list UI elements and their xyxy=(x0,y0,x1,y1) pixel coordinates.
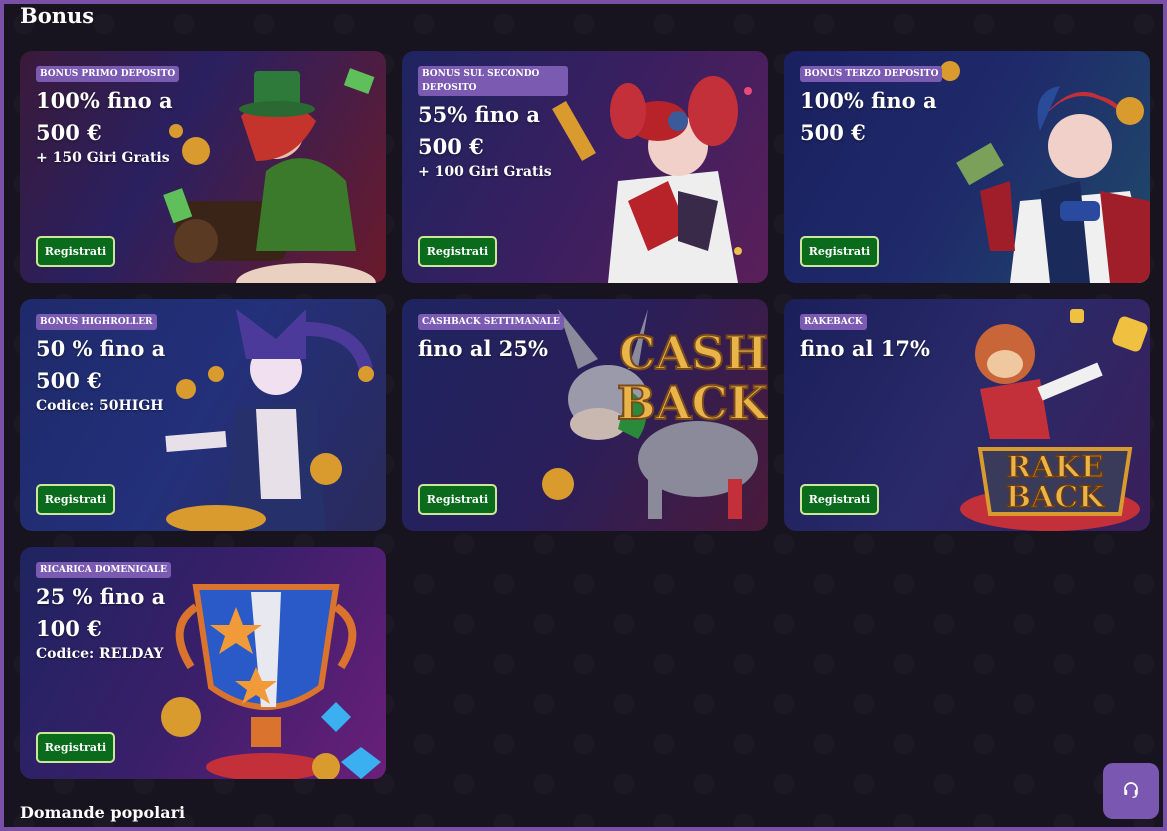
card-badge: BONUS PRIMO DEPOSITO xyxy=(36,66,180,82)
bonus-card-second-deposit: BONUS SUL SECONDO DEPOSITO 55% fino a 50… xyxy=(402,51,768,283)
card-badge: RAKEBACK xyxy=(800,314,867,330)
register-button[interactable]: Registrati xyxy=(418,236,497,267)
card-badge: BONUS HIGHROLLER xyxy=(36,314,157,330)
register-button[interactable]: Registrati xyxy=(800,236,879,267)
register-button[interactable]: Registrati xyxy=(36,484,115,515)
bonus-card-highroller: BONUS HIGHROLLER 50 % fino a 500 € Codic… xyxy=(20,299,386,531)
card-headline: 100% fino a 500 € xyxy=(800,88,937,145)
card-subtext: + 100 Giri Gratis xyxy=(418,164,552,180)
card-badge: BONUS TERZO DEPOSITO xyxy=(800,66,943,82)
card-subtext: Codice: RELDAY xyxy=(36,646,164,662)
card-subtext: + 150 Giri Gratis xyxy=(36,150,170,166)
svg-text:BACK: BACK xyxy=(617,376,768,430)
card-badge: RICARICA DOMENICALE xyxy=(36,562,172,578)
card-badge: CASHBACK SETTIMANALE xyxy=(418,314,564,330)
card-headline: 50 % fino a 500 € xyxy=(36,336,166,393)
bonus-card-third-deposit: BONUS TERZO DEPOSITO 100% fino a 500 € R… xyxy=(784,51,1150,283)
faq-section-title: Domande popolari xyxy=(20,803,186,822)
register-button[interactable]: Registrati xyxy=(36,732,115,763)
bonus-grid: BONUS PRIMO DEPOSITO 100% fino a 500 € +… xyxy=(20,51,1150,779)
register-button[interactable]: Registrati xyxy=(800,484,879,515)
card-headline: fino al 25% xyxy=(418,336,548,361)
page-title: Bonus xyxy=(20,3,95,28)
support-chat-button[interactable] xyxy=(1103,763,1159,819)
bonus-card-cashback: CASH BACK CASHBACK SETTIMANALE fino al 2… xyxy=(402,299,768,531)
card-subtext: Codice: 50HIGH xyxy=(36,398,164,414)
card-headline: fino al 17% xyxy=(800,336,930,361)
card-headline: 55% fino a 500 € xyxy=(418,102,540,159)
headset-icon xyxy=(1122,780,1140,802)
svg-text:BACK: BACK xyxy=(1006,480,1106,515)
card-headline: 100% fino a 500 € xyxy=(36,88,173,145)
bonus-card-rakeback: RAKE BACK RAKEBACK fino al 17% Registrat… xyxy=(784,299,1150,531)
card-headline: 25 % fino a 100 € xyxy=(36,584,166,641)
register-button[interactable]: Registrati xyxy=(418,484,497,515)
svg-text:CASH: CASH xyxy=(619,326,768,380)
bonus-card-sunday-reload: RICARICA DOMENICALE 25 % fino a 100 € Co… xyxy=(20,547,386,779)
register-button[interactable]: Registrati xyxy=(36,236,115,267)
card-badge: BONUS SUL SECONDO DEPOSITO xyxy=(418,66,568,96)
bonus-card-first-deposit: BONUS PRIMO DEPOSITO 100% fino a 500 € +… xyxy=(20,51,386,283)
